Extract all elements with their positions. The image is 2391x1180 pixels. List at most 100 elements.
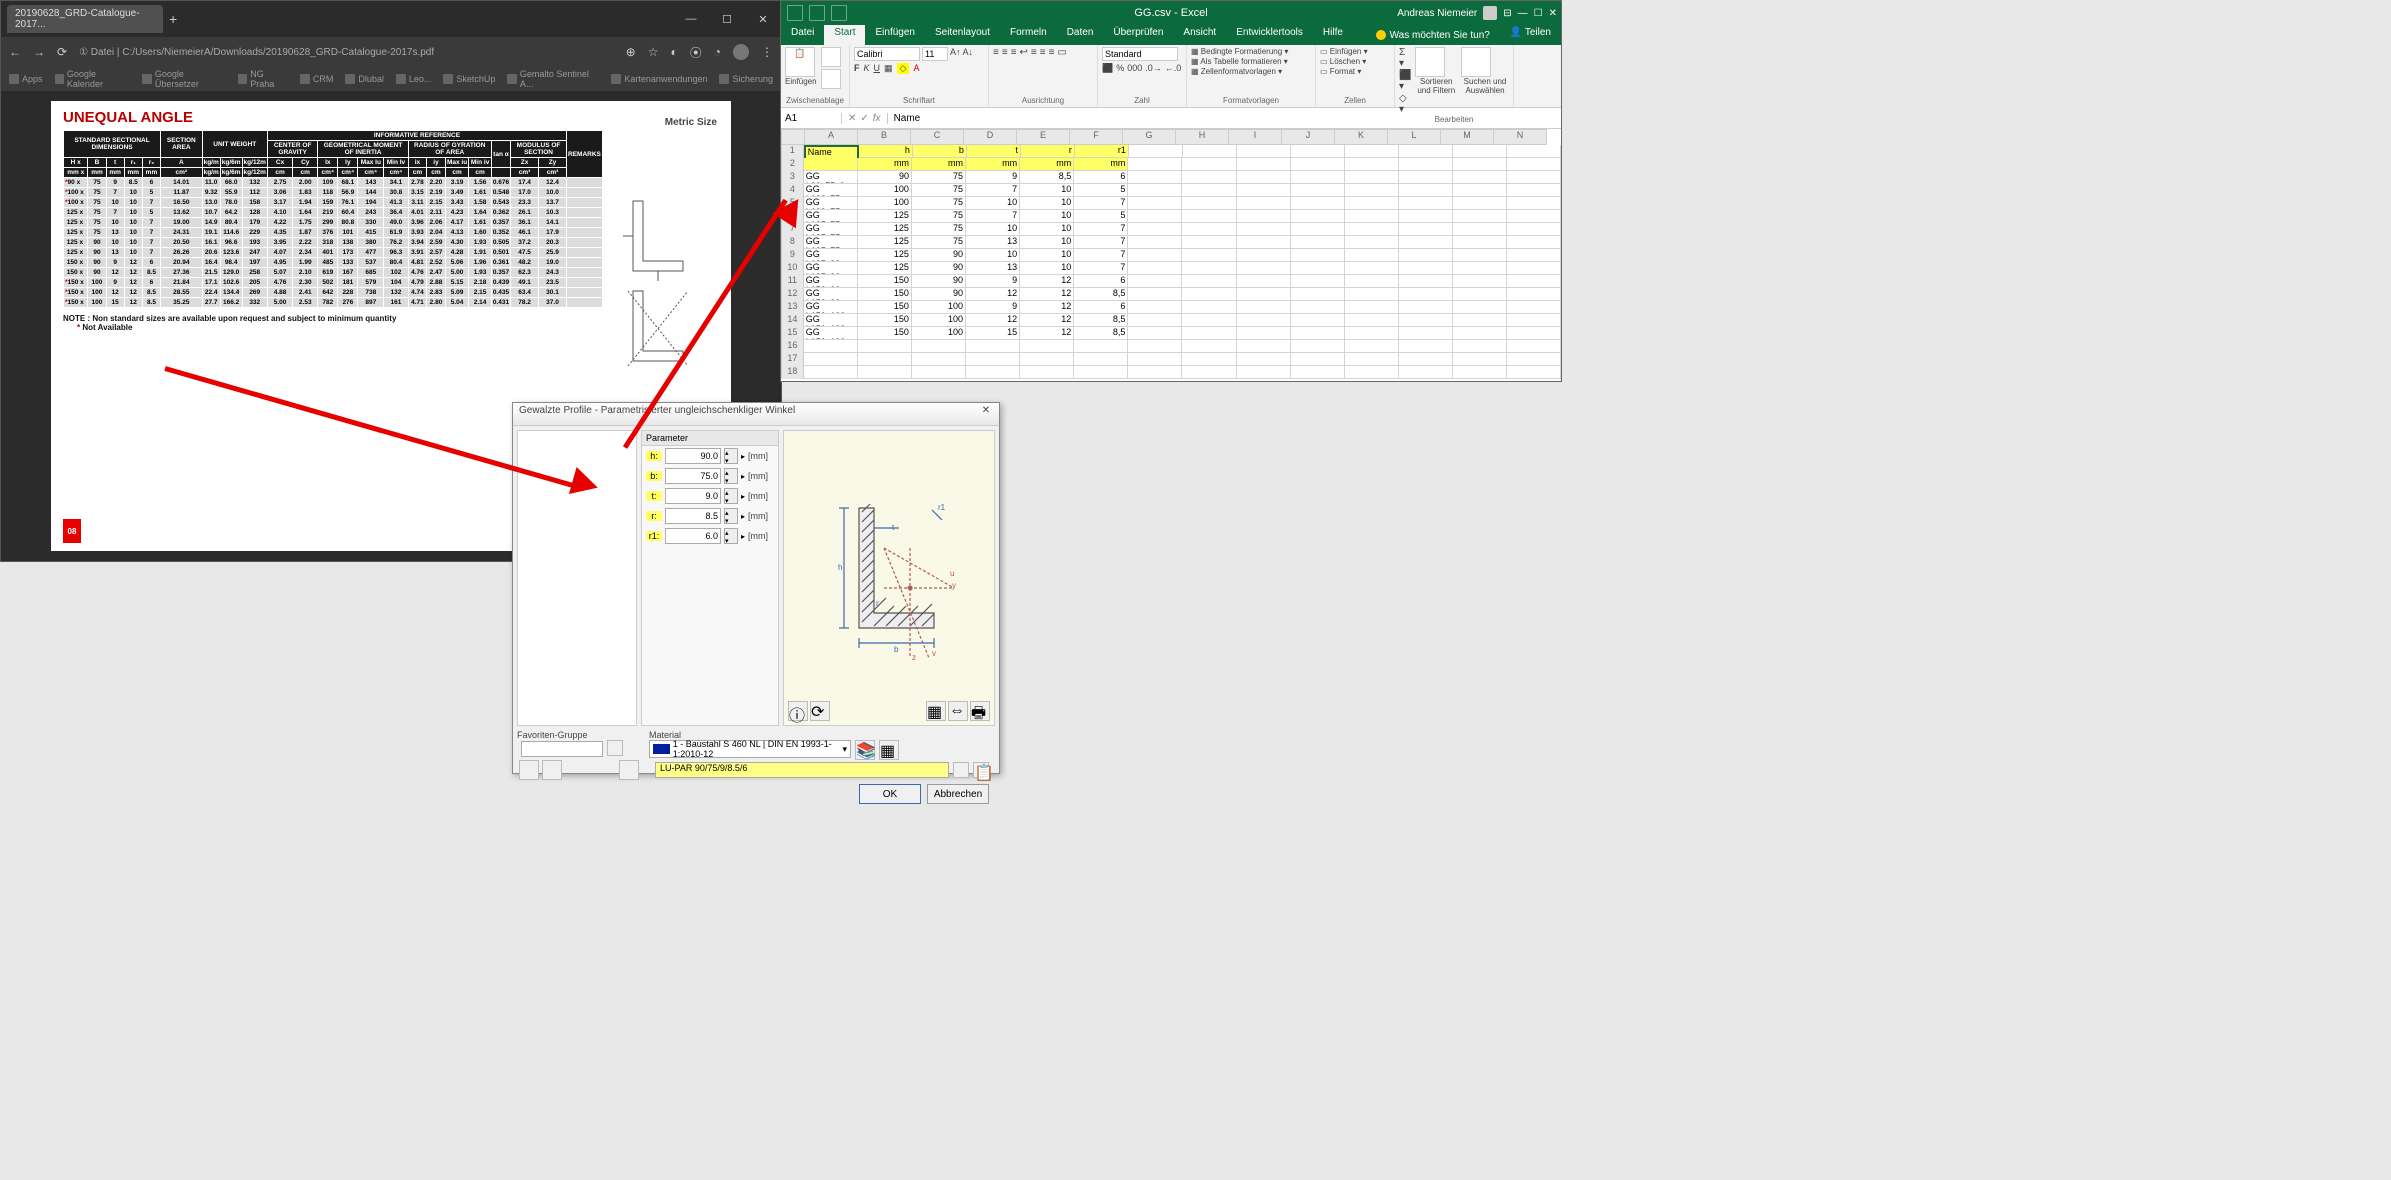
cell[interactable] [1291,210,1345,223]
cell[interactable]: 7 [1074,236,1128,249]
cell[interactable]: 7 [1074,262,1128,275]
cell[interactable] [1345,275,1399,288]
cell[interactable]: 125 [858,262,912,275]
cell[interactable]: r1 [1075,145,1129,158]
cell[interactable] [804,366,858,379]
cell[interactable] [1237,210,1291,223]
accept-fx-icon[interactable]: ✓ [860,113,868,124]
cell[interactable]: 75 [912,236,966,249]
cell[interactable] [1345,366,1399,379]
row-header[interactable]: 16 [781,340,804,354]
clear-icon[interactable]: ◇ ▾ [1399,93,1411,115]
cell[interactable] [804,158,858,171]
menu-icon[interactable]: ⋮ [761,45,773,59]
fx-icon[interactable]: fx [873,113,881,124]
cell[interactable] [1182,171,1236,184]
cell[interactable] [1453,314,1507,327]
cell[interactable] [1453,275,1507,288]
cell[interactable] [1182,288,1236,301]
cell[interactable]: 9 [966,301,1020,314]
cell[interactable] [1291,301,1345,314]
tellme-box[interactable]: Was möchten Sie tun? [1366,25,1500,45]
cell[interactable] [1507,158,1561,171]
menu-tab-daten[interactable]: Daten [1057,25,1104,45]
cell[interactable]: 7 [1074,197,1128,210]
bookmark-item[interactable]: Kartenanwendungen [611,74,707,84]
cell[interactable]: 100 [912,314,966,327]
dialog-close-icon[interactable]: ✕ [979,405,993,423]
cell[interactable] [1507,171,1561,184]
col-header[interactable]: N [1494,129,1547,145]
cell[interactable] [1453,262,1507,275]
cell[interactable] [1507,327,1561,340]
cell[interactable] [1453,327,1507,340]
align-right-icon[interactable]: ≡ [1049,47,1055,58]
cell[interactable]: 5 [1074,184,1128,197]
fontsize-select[interactable] [922,47,948,61]
extension-icon-2[interactable]: ⦿ [690,44,702,61]
cell[interactable] [1399,314,1453,327]
cell[interactable] [1074,340,1128,353]
cell[interactable] [1399,353,1453,366]
cell[interactable] [1183,145,1237,158]
cell[interactable]: 100 [912,327,966,340]
cell[interactable]: 100 [858,184,912,197]
row-header[interactable]: 15 [781,327,804,341]
font-select[interactable] [854,47,920,61]
cell[interactable] [1128,327,1182,340]
menu-tab-entwicklertools[interactable]: Entwicklertools [1226,25,1313,45]
cell[interactable] [1507,236,1561,249]
cell[interactable]: 10 [1020,210,1074,223]
cell[interactable] [1291,197,1345,210]
cell[interactable] [1507,210,1561,223]
cell[interactable] [1128,223,1182,236]
cell[interactable] [1345,145,1399,158]
cell[interactable] [1237,145,1291,158]
cell[interactable] [1237,353,1291,366]
cell[interactable]: mm [1020,158,1074,171]
align-bot-icon[interactable]: ≡ [1011,47,1017,58]
cell[interactable]: 125 [858,236,912,249]
cell[interactable] [1020,366,1074,379]
param-input[interactable] [665,448,721,464]
preview-refresh-icon[interactable]: ⟳ [810,701,830,721]
cell[interactable]: 90 [912,288,966,301]
col-header[interactable]: B [858,129,911,145]
cell[interactable] [1291,314,1345,327]
cell[interactable] [1345,236,1399,249]
dec-decimal-icon[interactable]: ←.0 [1165,63,1182,74]
back-icon[interactable]: ← [9,45,21,59]
cell[interactable]: 75 [912,197,966,210]
cell[interactable]: 150 [858,327,912,340]
cell[interactable] [1507,366,1561,379]
menu-tab-formeln[interactable]: Formeln [1000,25,1057,45]
cell[interactable] [1128,301,1182,314]
cell[interactable] [1182,366,1236,379]
desc-button-2[interactable]: 📋 [973,762,989,778]
cell[interactable]: GG L150x100 [804,301,858,314]
cell[interactable]: 75 [912,210,966,223]
cell[interactable] [1182,353,1236,366]
cell[interactable]: 10 [1020,236,1074,249]
cell[interactable] [1020,353,1074,366]
menu-tab-hilfe[interactable]: Hilfe [1313,25,1353,45]
param-input[interactable] [665,508,721,524]
bold-icon[interactable]: F [854,63,860,74]
cell[interactable] [1128,184,1182,197]
cell[interactable]: r [1021,145,1075,158]
merge-icon[interactable]: ▭ [1057,47,1066,58]
cell[interactable]: 10 [1020,223,1074,236]
cell[interactable] [1453,171,1507,184]
description-field[interactable]: LU-PAR 90/75/9/8.5/6 [655,762,949,778]
italic-icon[interactable]: K [864,63,870,74]
col-header[interactable]: H [1176,129,1229,145]
cell[interactable] [1507,301,1561,314]
row-header[interactable]: 13 [781,301,804,315]
cell[interactable]: GG L125x90x [804,249,858,262]
cell[interactable]: 10 [966,223,1020,236]
cell[interactable] [1182,184,1236,197]
bookmark-item[interactable]: Apps [9,74,43,84]
cell[interactable] [1399,184,1453,197]
cell[interactable]: 7 [1074,249,1128,262]
cell[interactable] [1453,197,1507,210]
